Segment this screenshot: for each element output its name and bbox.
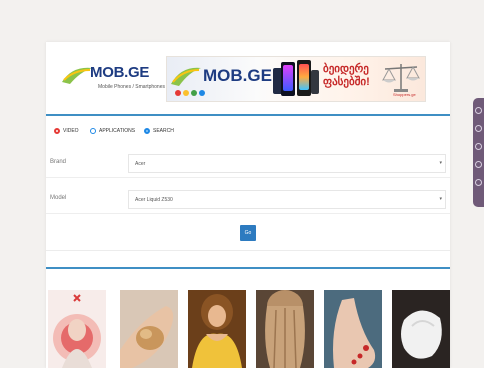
foot-image: [333, 298, 376, 368]
banner-dot-3: [191, 90, 197, 96]
model-select-value: Acer Liquid Z530: [135, 197, 173, 203]
woman-red-image: [53, 294, 101, 368]
thumb-hand-object[interactable]: [120, 290, 178, 368]
banner-promo-line-2: ფასებში!: [323, 76, 370, 88]
chevron-down-icon: ▾: [439, 196, 442, 202]
banner-brand-text: MOB.GE: [203, 66, 272, 85]
main-card: MOB.GE Mobile Phones / Smartphones MOB.G…: [46, 42, 450, 368]
side-link-2-icon[interactable]: [475, 125, 482, 132]
form-separator: [46, 250, 450, 251]
banner-dot-4: [199, 90, 205, 96]
model-select[interactable]: Acer Liquid Z530 ▾: [128, 190, 446, 209]
woman-yellow-image: [192, 294, 242, 368]
hand-object-image: [120, 306, 174, 368]
tab-video-label: Video: [63, 128, 79, 134]
banner-phones-image: [273, 60, 319, 98]
white-object-image: [401, 310, 442, 359]
video-radio-icon: [54, 128, 60, 134]
brand-label: Brand: [50, 159, 67, 165]
banner-promo-line-1: ბეიდერე: [323, 63, 369, 75]
tab-search[interactable]: Search: [144, 128, 174, 134]
banner-dot-1: [175, 90, 181, 96]
thumb-woman-yellow[interactable]: [188, 290, 246, 368]
thumb-woman-red[interactable]: [48, 290, 106, 368]
side-link-3-icon[interactable]: [475, 143, 482, 150]
header: MOB.GE Mobile Phones / Smartphones MOB.G…: [46, 42, 450, 114]
logo-tagline: Mobile Phones / Smartphones: [98, 84, 165, 90]
thumbnail-strip: [48, 290, 450, 368]
go-button[interactable]: Go: [240, 225, 256, 241]
thumb-hair[interactable]: [256, 290, 314, 368]
tab-search-label: Search: [153, 128, 174, 134]
advert-banner[interactable]: MOB.GE ბეიდერე ფასებში! Shoppers.ge: [166, 56, 426, 102]
banner-swoosh-icon: [171, 67, 201, 86]
long-hair-image: [265, 290, 305, 368]
tab-applications-label: Applications: [99, 128, 136, 134]
model-row: Model Acer Liquid Z530 ▾: [46, 187, 450, 214]
logo-swoosh-icon: [62, 67, 92, 84]
thumb-foot[interactable]: [324, 290, 382, 368]
chevron-down-icon: ▾: [439, 160, 442, 166]
banner-promo-text: ბეიდერე ფასებში!: [323, 63, 381, 89]
balance-scale-icon: [382, 64, 420, 92]
banner-scale-label: Shoppers.ge: [393, 92, 416, 97]
side-link-5-icon[interactable]: [475, 179, 482, 186]
brand-row: Brand Acer ▾: [46, 151, 450, 178]
header-divider: [46, 114, 450, 116]
side-link-1-icon[interactable]: [475, 107, 482, 114]
side-social-tab[interactable]: [473, 98, 484, 207]
side-link-4-icon[interactable]: [475, 161, 482, 168]
banner-dot-2: [183, 90, 189, 96]
content-divider: [46, 267, 450, 269]
site-logo[interactable]: MOB.GE Mobile Phones / Smartphones: [60, 56, 170, 98]
brand-select[interactable]: Acer ▾: [128, 154, 446, 173]
model-label: Model: [50, 195, 67, 201]
mode-tabs: Video Applications Search: [46, 124, 450, 140]
applications-radio-icon: [90, 128, 96, 134]
brand-select-value: Acer: [135, 161, 146, 167]
tab-applications[interactable]: Applications: [90, 128, 135, 134]
logo-brand-text: MOB.GE: [90, 64, 150, 81]
banner-color-dots: [175, 90, 205, 96]
thumb-white-object[interactable]: [392, 290, 450, 368]
tab-video[interactable]: Video: [54, 128, 79, 134]
search-radio-icon: [144, 128, 150, 134]
